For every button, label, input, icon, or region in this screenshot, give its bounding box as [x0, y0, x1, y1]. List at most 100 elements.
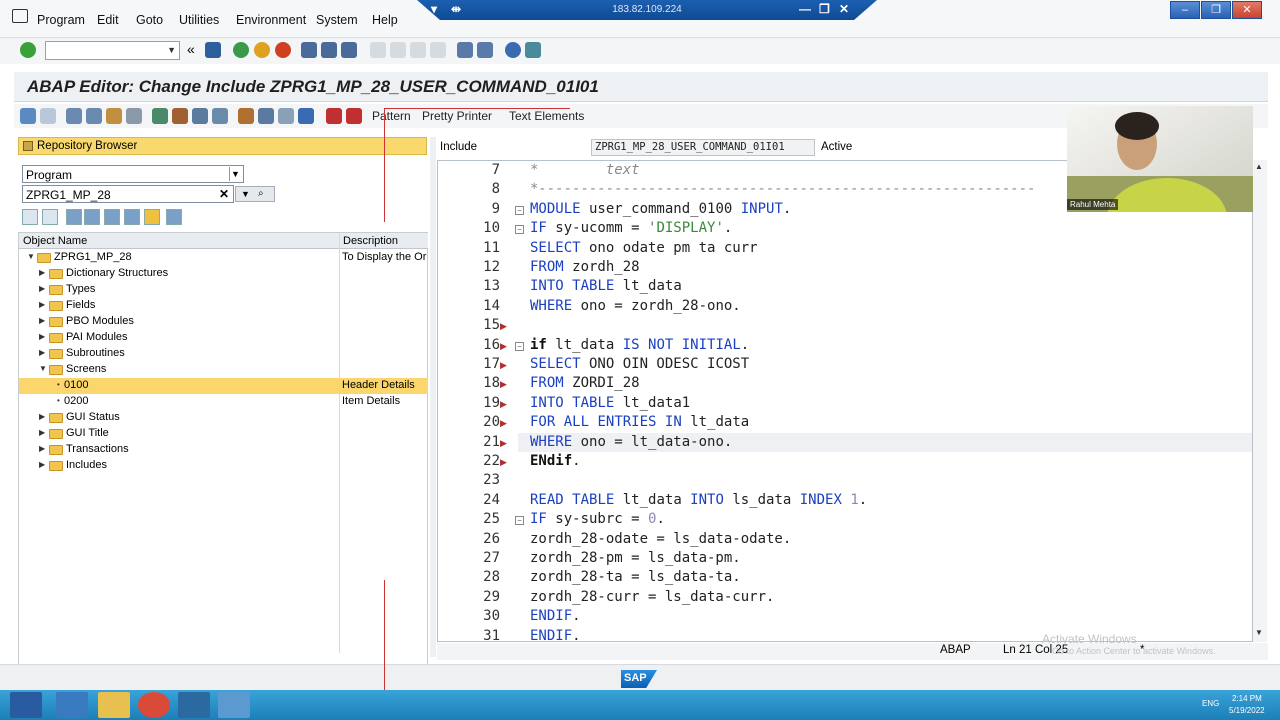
- check-icon[interactable]: [126, 108, 142, 124]
- navigation-window-icon[interactable]: [258, 108, 274, 124]
- clock-time[interactable]: 2:14 PM: [1232, 694, 1262, 703]
- where-used-icon[interactable]: [192, 108, 208, 124]
- info-icon[interactable]: [298, 108, 314, 124]
- refresh-icon[interactable]: [166, 209, 182, 225]
- code-line[interactable]: WHERE ono = zordh_28-ono.: [530, 298, 741, 314]
- close-button[interactable]: ✕: [1232, 1, 1262, 19]
- active-inactive-icon[interactable]: [86, 108, 102, 124]
- other-object-icon[interactable]: [106, 108, 122, 124]
- object-name-buttons[interactable]: ▼ ⌕: [235, 186, 275, 202]
- tree-row[interactable]: • 0200 Item Details: [19, 394, 428, 410]
- object-type-select[interactable]: Program ▼: [22, 165, 244, 183]
- back-arrow-icon[interactable]: [20, 108, 36, 124]
- minimize-remote-icon[interactable]: —: [799, 2, 811, 16]
- display-change-icon[interactable]: [66, 108, 82, 124]
- display-object-list-icon[interactable]: [278, 108, 294, 124]
- chevron-down-icon[interactable]: ▼: [229, 167, 241, 181]
- code-line[interactable]: if lt_data IS NOT INITIAL.: [530, 337, 749, 353]
- code-line[interactable]: zordh_28-ta = ls_data-ta.: [530, 569, 741, 585]
- code-line[interactable]: ENDIF.: [530, 608, 581, 624]
- code-line[interactable]: ENdif.: [530, 453, 581, 469]
- tree-item-name[interactable]: ZPRG1_MP_28: [54, 251, 132, 263]
- tree-row[interactable]: ▼ ZPRG1_MP_28 To Display the Or: [19, 250, 428, 266]
- save-icon[interactable]: [205, 42, 221, 58]
- code-line[interactable]: zordh_28-odate = ls_data-odate.: [530, 531, 791, 547]
- expand-right-icon[interactable]: ▶: [39, 332, 45, 341]
- code-line[interactable]: FROM zordh_28: [530, 259, 640, 275]
- code-line[interactable]: SELECT ono odate pm ta curr: [530, 240, 758, 256]
- description-column[interactable]: Description: [343, 235, 398, 247]
- nav-down-icon[interactable]: [66, 209, 82, 225]
- enter-icon[interactable]: [20, 42, 36, 58]
- tree-item-name[interactable]: GUI Title: [66, 427, 109, 439]
- splitter[interactable]: [430, 137, 436, 657]
- code-line[interactable]: ENDIF.: [530, 628, 581, 641]
- expand-down-icon[interactable]: ▼: [27, 252, 35, 261]
- menu-edit[interactable]: Edit: [97, 13, 119, 27]
- collapse-icon[interactable]: «: [187, 41, 195, 57]
- tree-item-name[interactable]: Dictionary Structures: [66, 267, 168, 279]
- next-page-icon[interactable]: [410, 42, 426, 58]
- fold-icon[interactable]: −: [515, 205, 524, 215]
- hierarchy-icon[interactable]: [238, 108, 254, 124]
- tree-row[interactable]: ▶ Subroutines: [19, 346, 428, 362]
- expand-right-icon[interactable]: ▶: [39, 284, 45, 293]
- restore-remote-icon[interactable]: ❐: [819, 2, 830, 16]
- chevron-down-icon[interactable]: ▼: [241, 189, 250, 199]
- code-line[interactable]: zordh_28-pm = ls_data-pm.: [530, 550, 741, 566]
- activate-icon[interactable]: [152, 108, 168, 124]
- code-line[interactable]: READ TABLE lt_data INTO ls_data INDEX 1.: [530, 492, 867, 508]
- close-remote-icon[interactable]: ✕: [839, 2, 849, 16]
- help-icon[interactable]: [505, 42, 521, 58]
- find-next-icon[interactable]: [341, 42, 357, 58]
- expand-right-icon[interactable]: ▶: [39, 460, 45, 469]
- code-line[interactable]: FROM ZORDI_28: [530, 375, 640, 391]
- tree-row[interactable]: ▶ GUI Title: [19, 426, 428, 442]
- command-field[interactable]: ▼: [45, 41, 180, 60]
- maximize-button[interactable]: ❐: [1201, 1, 1231, 19]
- tree-item-name[interactable]: PBO Modules: [66, 315, 134, 327]
- language-indicator[interactable]: ENG: [1202, 699, 1219, 708]
- breakpoint-icon[interactable]: [326, 108, 342, 124]
- object-name-column[interactable]: Object Name: [23, 235, 87, 247]
- menu-program[interactable]: Program: [37, 13, 85, 27]
- tree-row[interactable]: ▶ Types: [19, 282, 428, 298]
- code-line[interactable]: INTO TABLE lt_data1: [530, 395, 690, 411]
- pretty-printer-button[interactable]: Pretty Printer: [422, 109, 492, 123]
- code-line[interactable]: FOR ALL ENTRIES IN lt_data: [530, 414, 749, 430]
- print-icon[interactable]: [301, 42, 317, 58]
- chevron-down-icon[interactable]: ▼: [167, 45, 176, 55]
- new-session-icon[interactable]: [457, 42, 473, 58]
- expand-right-icon[interactable]: ▶: [39, 300, 45, 309]
- expand-right-icon[interactable]: ▶: [39, 444, 45, 453]
- menu-help[interactable]: Help: [372, 13, 398, 27]
- code-line[interactable]: IF sy-subrc = 0.: [530, 511, 665, 527]
- object-list-icon[interactable]: [212, 108, 228, 124]
- tree-row[interactable]: ▶ GUI Status: [19, 410, 428, 426]
- powershell-icon[interactable]: [56, 692, 88, 718]
- tree-item-name[interactable]: Fields: [66, 299, 95, 311]
- nav-back-icon[interactable]: [22, 209, 38, 225]
- tree-item-name[interactable]: 0100: [64, 379, 88, 391]
- expand-down-icon[interactable]: ▼: [39, 364, 47, 373]
- expand-right-icon[interactable]: ▶: [39, 316, 45, 325]
- expand-right-icon[interactable]: ▶: [39, 428, 45, 437]
- code-line[interactable]: SELECT ONO OIN ODESC ICOST: [530, 356, 749, 372]
- session-breakpoint-icon[interactable]: [346, 108, 362, 124]
- favorites-icon[interactable]: [144, 209, 160, 225]
- menu-goto[interactable]: Goto: [136, 13, 163, 27]
- code-line[interactable]: MODULE user_command_0100 INPUT.: [530, 201, 791, 217]
- last-page-icon[interactable]: [430, 42, 446, 58]
- sap-logon-icon[interactable]: [178, 692, 210, 718]
- binoculars-icon[interactable]: [104, 209, 120, 225]
- menu-system[interactable]: System: [316, 13, 358, 27]
- back-icon[interactable]: [233, 42, 249, 58]
- expand-right-icon[interactable]: ▶: [39, 268, 45, 277]
- menu-utilities[interactable]: Utilities: [179, 13, 219, 27]
- clear-icon[interactable]: ✕: [219, 187, 229, 201]
- tree-item-name[interactable]: 0200: [64, 395, 88, 407]
- menu-environment[interactable]: Environment: [236, 13, 306, 27]
- display-glasses-icon[interactable]: ⌕: [258, 188, 264, 199]
- shortcut-icon[interactable]: [477, 42, 493, 58]
- clock-date[interactable]: 5/19/2022: [1229, 706, 1265, 715]
